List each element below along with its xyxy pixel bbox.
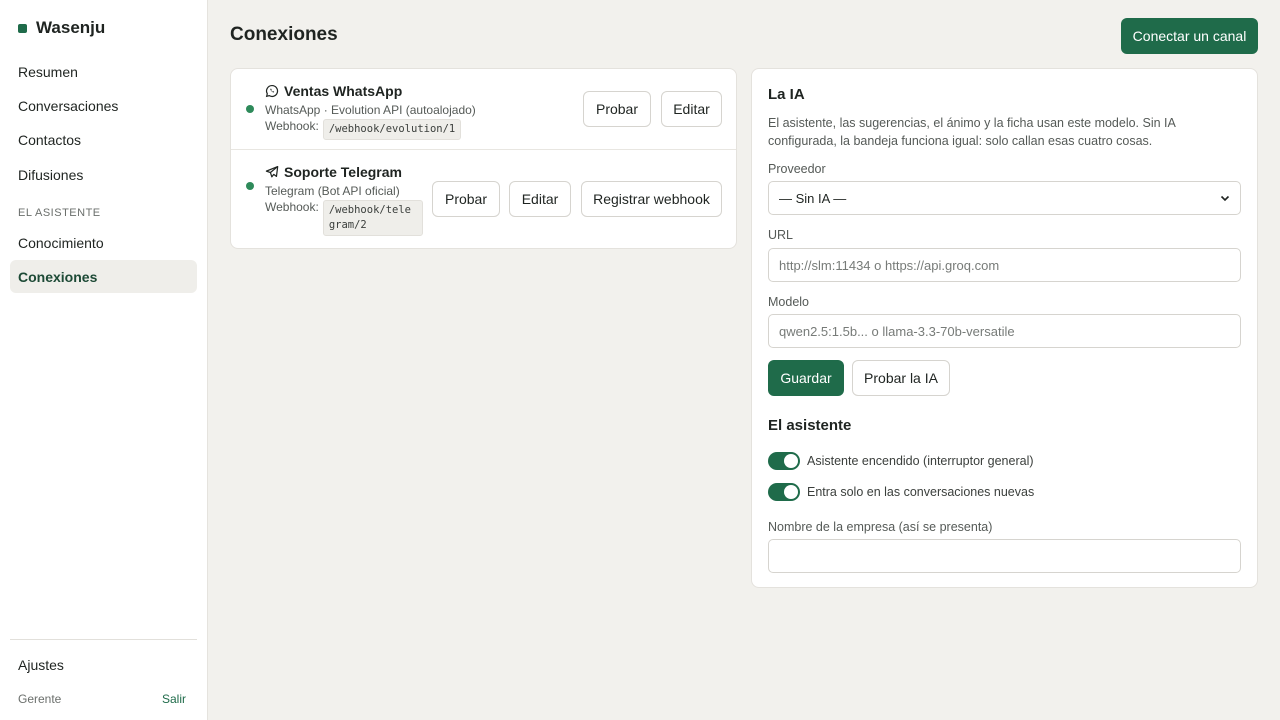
url-label: URL xyxy=(768,228,794,242)
test-channel-button[interactable]: Probar xyxy=(583,91,651,127)
url-input[interactable] xyxy=(768,248,1241,282)
assistant-on-row: Asistente encendido (interruptor general… xyxy=(768,452,1034,470)
edit-channel-button[interactable]: Editar xyxy=(509,181,571,217)
provider-value: — Sin IA — xyxy=(779,190,847,206)
assistant-on-label: Asistente encendido (interruptor general… xyxy=(807,454,1034,468)
sidebar-section-label: EL ASISTENTE xyxy=(18,207,101,219)
telegram-icon xyxy=(265,165,279,178)
status-online-icon xyxy=(246,105,254,113)
company-name-input[interactable] xyxy=(768,539,1241,573)
ia-title: La IA xyxy=(768,86,805,103)
page-title: Conexiones xyxy=(230,24,338,45)
webhook-label: Webhook: xyxy=(265,119,319,133)
webhook-path: /webhook/evolution/1 xyxy=(322,119,462,140)
sidebar: Wasenju Resumen Conversaciones Contactos… xyxy=(0,0,208,720)
sidebar-item-contactos[interactable]: Contactos xyxy=(10,123,197,156)
brand-logo-icon xyxy=(18,23,27,33)
channel-info: Soporte Telegram Telegram (Bot API ofici… xyxy=(265,164,423,236)
save-button[interactable]: Guardar xyxy=(768,360,844,396)
model-label: Modelo xyxy=(768,295,809,309)
channel-meta: Telegram (Bot API oficial) xyxy=(265,184,400,198)
new-conversations-label: Entra solo en las conversaciones nuevas xyxy=(807,485,1035,499)
sidebar-item-conversaciones[interactable]: Conversaciones xyxy=(10,89,197,122)
channel-info: Ventas WhatsApp WhatsApp · Evolution API… xyxy=(265,83,476,140)
channel-name: Soporte Telegram xyxy=(265,164,423,180)
provider-select[interactable]: — Sin IA — xyxy=(768,181,1241,215)
brand-name: Wasenju xyxy=(36,18,106,37)
webhook-row: Webhook: /webhook/telegram/2 xyxy=(265,200,423,236)
connect-channel-button[interactable]: Conectar un canal xyxy=(1121,18,1258,54)
webhook-label: Webhook: xyxy=(265,200,319,214)
new-conversations-toggle[interactable] xyxy=(768,483,800,501)
channel-name-text: Soporte Telegram xyxy=(284,164,402,180)
ia-description: El asistente, las sugerencias, el ánimo … xyxy=(768,116,1176,148)
chevron-down-icon xyxy=(1220,195,1230,202)
sidebar-item-conexiones[interactable]: Conexiones xyxy=(10,260,197,293)
brand[interactable]: Wasenju xyxy=(18,18,105,38)
logout-link[interactable]: Salir xyxy=(162,692,186,706)
test-channel-button[interactable]: Probar xyxy=(432,181,500,217)
whatsapp-icon xyxy=(265,84,279,98)
register-webhook-button[interactable]: Registrar webhook xyxy=(581,181,722,217)
user-role: Gerente xyxy=(18,692,62,706)
channel-name: Ventas WhatsApp xyxy=(265,83,476,99)
edit-channel-button[interactable]: Editar xyxy=(661,91,722,127)
sidebar-item-ajustes[interactable]: Ajustes xyxy=(10,648,197,681)
webhook-row: Webhook: /webhook/evolution/1 xyxy=(265,119,476,140)
webhook-path: /webhook/telegram/2 xyxy=(322,200,423,236)
sidebar-item-conocimiento[interactable]: Conocimiento xyxy=(10,226,197,259)
sidebar-divider xyxy=(10,639,197,640)
channel-meta: WhatsApp · Evolution API (autoalojado) xyxy=(265,103,476,117)
sidebar-item-resumen[interactable]: Resumen xyxy=(10,55,197,88)
channel-row: Soporte Telegram Telegram (Bot API ofici… xyxy=(231,150,736,249)
assistant-title: El asistente xyxy=(768,417,852,434)
test-ia-button[interactable]: Probar la IA xyxy=(852,360,950,396)
assistant-new-only-row: Entra solo en las conversaciones nuevas xyxy=(768,483,1034,501)
sidebar-item-difusiones[interactable]: Difusiones xyxy=(10,158,197,191)
provider-label: Proveedor xyxy=(768,162,826,176)
ia-settings-card: La IA El asistente, las sugerencias, el … xyxy=(751,68,1258,588)
assistant-on-toggle[interactable] xyxy=(768,452,800,470)
status-online-icon xyxy=(246,182,254,190)
model-input[interactable] xyxy=(768,314,1241,348)
channels-card: Ventas WhatsApp WhatsApp · Evolution API… xyxy=(230,68,737,249)
company-name-label: Nombre de la empresa (así se presenta) xyxy=(768,520,993,534)
channel-name-text: Ventas WhatsApp xyxy=(284,83,403,99)
channel-row: Ventas WhatsApp WhatsApp · Evolution API… xyxy=(231,69,736,150)
